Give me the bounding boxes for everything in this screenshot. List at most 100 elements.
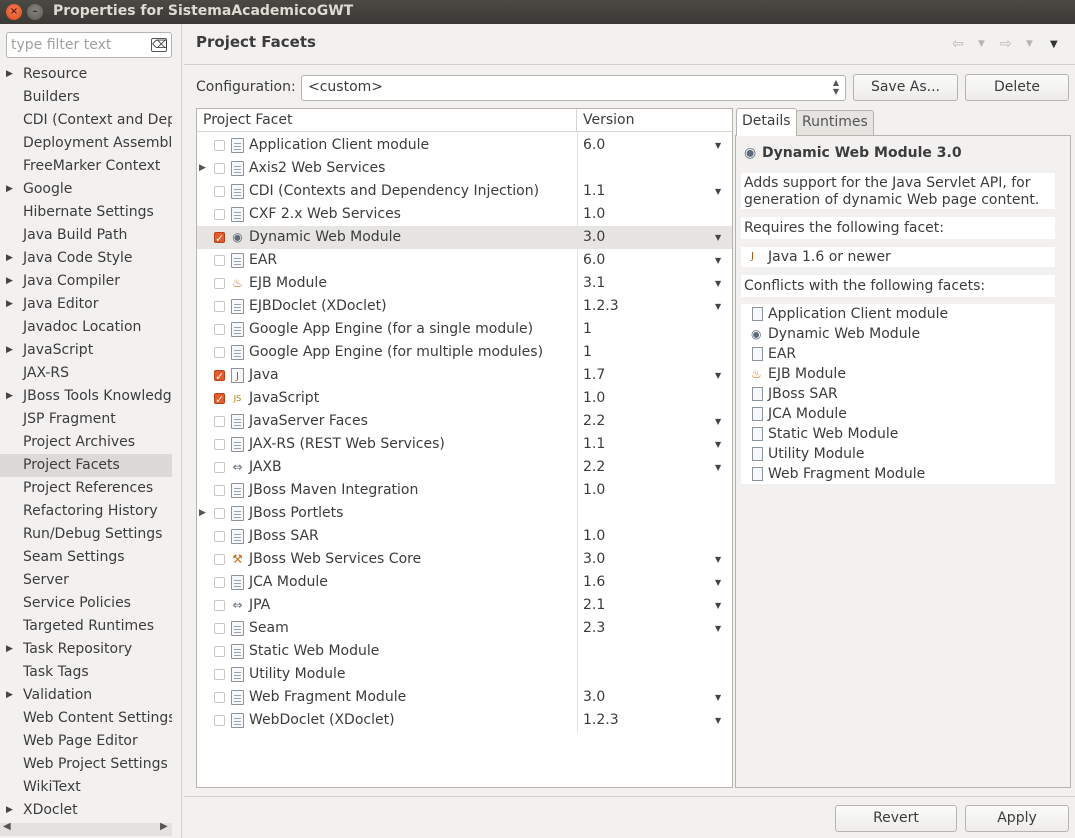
nav-item[interactable]: Targeted Runtimes — [0, 615, 172, 638]
save-as-button[interactable]: Save As... — [853, 74, 958, 101]
facet-version[interactable]: 1.2.3 — [583, 709, 619, 732]
facet-checkbox[interactable] — [214, 531, 225, 542]
table-row[interactable]: ⚒ JBoss Web Services Core 3.0 ▼ — [197, 548, 732, 571]
facet-checkbox[interactable] — [214, 278, 225, 289]
nav-item[interactable]: ▶ Task Repository — [0, 638, 172, 661]
nav-item[interactable]: ▶ Java Code Style — [0, 247, 172, 270]
facet-checkbox[interactable] — [214, 600, 225, 611]
table-row[interactable]: Application Client module 6.0 ▼ — [197, 134, 732, 157]
expand-arrow-icon[interactable]: ▶ — [6, 684, 13, 707]
nav-item[interactable]: Hibernate Settings — [0, 201, 172, 224]
clear-filter-icon[interactable]: ⌫ — [151, 38, 168, 52]
tab-runtimes[interactable]: Runtimes — [796, 110, 874, 135]
expand-arrow-icon[interactable]: ▶ — [6, 178, 13, 201]
facet-checkbox[interactable] — [214, 439, 225, 450]
nav-item[interactable]: Deployment Assembly — [0, 132, 172, 155]
nav-item[interactable]: Task Tags — [0, 661, 172, 684]
facet-checkbox[interactable] — [214, 347, 225, 358]
version-dropdown-icon[interactable]: ▼ — [715, 249, 721, 272]
nav-item[interactable]: ▶ Validation — [0, 684, 172, 707]
expand-arrow-icon[interactable]: ▶ — [6, 270, 13, 293]
facet-checkbox[interactable] — [214, 227, 225, 250]
nav-item[interactable]: ▶ Java Compiler — [0, 270, 172, 293]
table-row[interactable]: Utility Module — [197, 663, 732, 686]
facet-checkbox[interactable] — [214, 209, 225, 220]
version-dropdown-icon[interactable]: ▼ — [715, 295, 721, 318]
facet-checkbox[interactable] — [214, 163, 225, 174]
facet-checkbox[interactable] — [214, 508, 225, 519]
expand-arrow-icon[interactable]: ▶ — [6, 247, 13, 270]
facet-version[interactable]: 6.0 — [583, 134, 605, 157]
nav-item[interactable]: ▶ JavaScript — [0, 339, 172, 362]
nav-item[interactable]: JSP Fragment — [0, 408, 172, 431]
configuration-select[interactable]: <custom> ▲ ▼ — [301, 75, 846, 101]
nav-item[interactable]: Java Build Path — [0, 224, 172, 247]
nav-item[interactable]: Service Policies — [0, 592, 172, 615]
version-dropdown-icon[interactable]: ▼ — [715, 134, 721, 157]
nav-item[interactable]: Seam Settings — [0, 546, 172, 569]
table-row[interactable]: JBoss SAR 1.0 — [197, 525, 732, 548]
nav-item[interactable]: Project Facets — [0, 454, 172, 477]
nav-item[interactable]: Javadoc Location — [0, 316, 172, 339]
nav-item[interactable]: Web Project Settings — [0, 753, 172, 776]
nav-item[interactable]: JAX-RS — [0, 362, 172, 385]
view-menu-icon[interactable]: ▼ — [1050, 39, 1058, 50]
nav-item[interactable]: ▶ JBoss Tools Knowledge — [0, 385, 172, 408]
version-dropdown-icon[interactable]: ▼ — [715, 686, 721, 709]
facet-version[interactable]: 2.3 — [583, 617, 605, 640]
facet-checkbox[interactable] — [214, 623, 225, 634]
facet-checkbox[interactable] — [214, 301, 225, 312]
facet-version[interactable]: 1.1 — [583, 433, 605, 456]
version-dropdown-icon[interactable]: ▼ — [715, 594, 721, 617]
version-dropdown-icon[interactable]: ▼ — [715, 571, 721, 594]
facet-version[interactable]: 2.1 — [583, 594, 605, 617]
table-row[interactable]: Seam 2.3 ▼ — [197, 617, 732, 640]
scroll-right-icon[interactable]: ▶ — [160, 821, 168, 832]
table-row[interactable]: Google App Engine (for multiple modules)… — [197, 341, 732, 364]
table-row[interactable]: ⇔ JPA 2.1 ▼ — [197, 594, 732, 617]
version-dropdown-icon[interactable]: ▼ — [715, 433, 721, 456]
table-row[interactable]: Google App Engine (for a single module) 1 — [197, 318, 732, 341]
nav-item[interactable]: Project Archives — [0, 431, 172, 454]
expand-arrow-icon[interactable]: ▶ — [6, 293, 13, 316]
expand-arrow-icon[interactable]: ▶ — [6, 638, 13, 661]
nav-item[interactable]: ▶ Resource — [0, 63, 172, 86]
expand-arrow-icon[interactable]: ▶ — [6, 339, 13, 362]
version-dropdown-icon[interactable]: ▼ — [715, 617, 721, 640]
facet-checkbox[interactable] — [214, 186, 225, 197]
expand-arrow-icon[interactable]: ▶ — [199, 157, 206, 180]
facet-checkbox[interactable] — [214, 388, 225, 411]
facet-checkbox[interactable] — [214, 485, 225, 496]
facet-version[interactable]: 1.7 — [583, 364, 605, 387]
table-row[interactable]: J Java 1.7 ▼ — [197, 364, 732, 388]
nav-item[interactable]: Server — [0, 569, 172, 592]
nav-item[interactable]: Web Content Settings — [0, 707, 172, 730]
table-row[interactable]: WebDoclet (XDoclet) 1.2.3 ▼ — [197, 709, 732, 732]
table-row[interactable]: Static Web Module — [197, 640, 732, 663]
facet-checkbox[interactable] — [214, 462, 225, 473]
window-minimize-button[interactable]: – — [27, 4, 43, 20]
column-header-facet[interactable]: Project Facet — [197, 109, 577, 132]
expand-arrow-icon[interactable]: ▶ — [199, 502, 206, 525]
version-dropdown-icon[interactable]: ▼ — [715, 410, 721, 433]
facet-version[interactable]: 1.1 — [583, 180, 605, 203]
back-menu-icon[interactable]: ▼ — [978, 39, 985, 49]
column-header-version[interactable]: Version — [577, 109, 732, 132]
nav-item[interactable]: ▶ Java Editor — [0, 293, 172, 316]
facet-checkbox[interactable] — [214, 365, 225, 388]
table-row[interactable]: ⇔ JAXB 2.2 ▼ — [197, 456, 732, 479]
nav-item[interactable]: Refactoring History — [0, 500, 172, 523]
facet-checkbox[interactable] — [214, 255, 225, 266]
facet-checkbox[interactable] — [214, 669, 225, 680]
expand-arrow-icon[interactable]: ▶ — [6, 799, 13, 822]
version-dropdown-icon[interactable]: ▼ — [715, 456, 721, 479]
facet-version[interactable]: 2.2 — [583, 456, 605, 479]
apply-button[interactable]: Apply — [965, 805, 1069, 832]
forward-menu-icon[interactable]: ▼ — [1026, 39, 1033, 49]
facet-version[interactable]: 1.6 — [583, 571, 605, 594]
window-close-button[interactable]: × — [6, 4, 22, 20]
table-row[interactable]: CXF 2.x Web Services 1.0 — [197, 203, 732, 226]
facet-checkbox[interactable] — [214, 646, 225, 657]
expand-arrow-icon[interactable]: ▶ — [6, 385, 13, 408]
nav-item[interactable]: ▶ Google — [0, 178, 172, 201]
